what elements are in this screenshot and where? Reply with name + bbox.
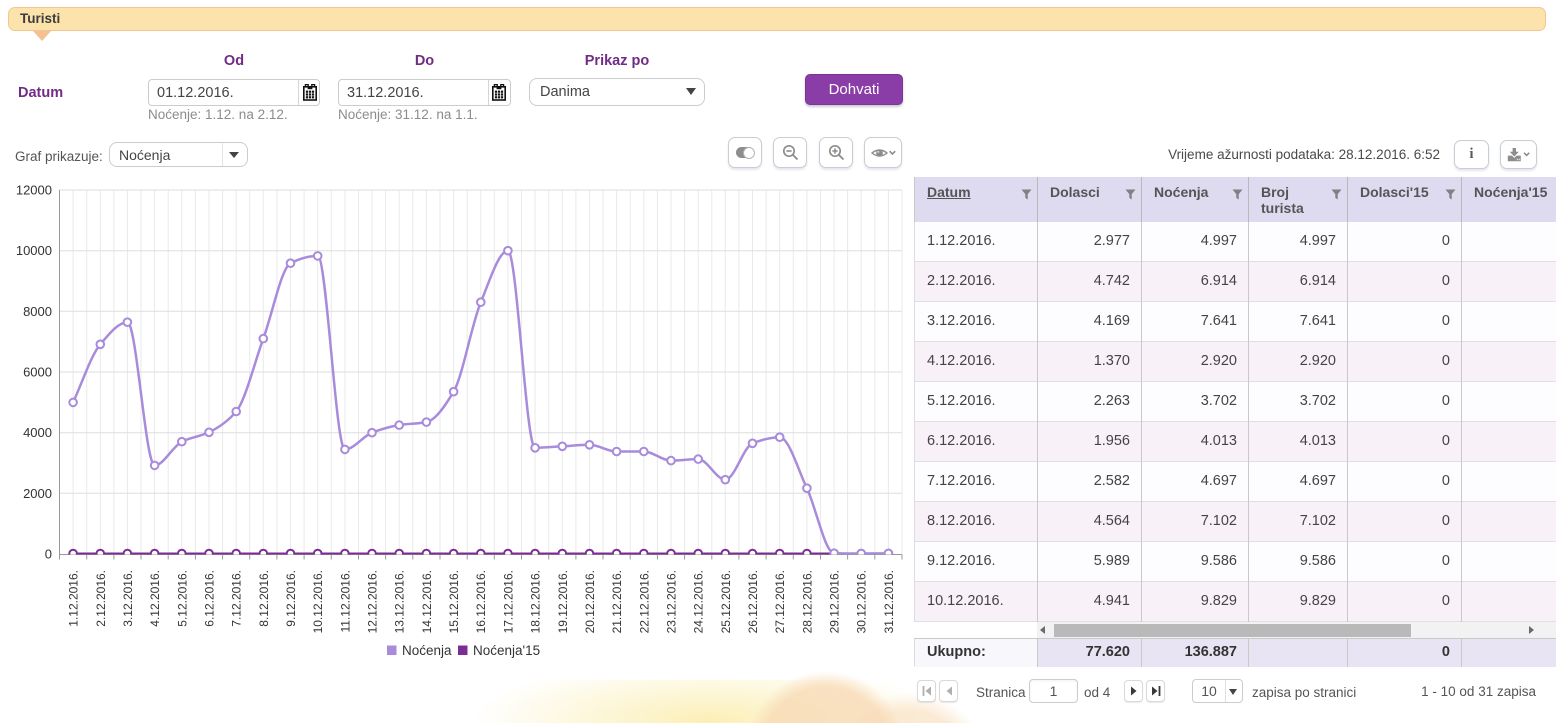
svg-text:20.12.2016.: 20.12.2016. (583, 570, 597, 633)
svg-text:14.12.2016.: 14.12.2016. (420, 570, 434, 633)
svg-text:24.12.2016.: 24.12.2016. (692, 570, 706, 633)
svg-text:9.12.2016.: 9.12.2016. (284, 570, 298, 627)
svg-text:7.12.2016.: 7.12.2016. (230, 570, 244, 627)
svg-text:10000: 10000 (16, 243, 52, 258)
svg-text:3.12.2016.: 3.12.2016. (121, 570, 135, 627)
svg-text:2000: 2000 (23, 486, 52, 501)
svg-text:21.12.2016.: 21.12.2016. (610, 570, 624, 633)
svg-text:29.12.2016.: 29.12.2016. (828, 570, 842, 633)
svg-text:6000: 6000 (23, 365, 52, 380)
svg-text:Noćenja'15: Noćenja'15 (473, 643, 540, 658)
svg-text:30.12.2016.: 30.12.2016. (855, 570, 869, 633)
svg-text:27.12.2016.: 27.12.2016. (773, 570, 787, 633)
svg-text:16.12.2016.: 16.12.2016. (474, 570, 488, 633)
svg-text:0: 0 (45, 547, 52, 562)
svg-text:19.12.2016.: 19.12.2016. (556, 570, 570, 633)
svg-text:5.12.2016.: 5.12.2016. (175, 570, 189, 627)
svg-text:28.12.2016.: 28.12.2016. (800, 570, 814, 633)
svg-text:2.12.2016.: 2.12.2016. (94, 570, 108, 627)
svg-text:6.12.2016.: 6.12.2016. (203, 570, 217, 627)
svg-text:17.12.2016.: 17.12.2016. (501, 570, 515, 633)
svg-text:Noćenja: Noćenja (402, 643, 452, 658)
svg-text:26.12.2016.: 26.12.2016. (746, 570, 760, 633)
svg-text:13.12.2016.: 13.12.2016. (393, 570, 407, 633)
svg-text:8.12.2016.: 8.12.2016. (257, 570, 271, 627)
svg-text:12000: 12000 (16, 183, 52, 198)
svg-text:22.12.2016.: 22.12.2016. (637, 570, 651, 633)
svg-text:15.12.2016.: 15.12.2016. (447, 570, 461, 633)
svg-text:8000: 8000 (23, 304, 52, 319)
svg-text:4000: 4000 (23, 425, 52, 440)
svg-text:4.12.2016.: 4.12.2016. (148, 570, 162, 627)
svg-text:25.12.2016.: 25.12.2016. (719, 570, 733, 633)
svg-text:11.12.2016.: 11.12.2016. (338, 570, 352, 633)
svg-text:18.12.2016.: 18.12.2016. (529, 570, 543, 633)
svg-text:31.12.2016.: 31.12.2016. (882, 570, 896, 633)
svg-text:12.12.2016.: 12.12.2016. (366, 570, 380, 633)
svg-text:10.12.2016.: 10.12.2016. (311, 570, 325, 633)
svg-text:23.12.2016.: 23.12.2016. (665, 570, 679, 633)
svg-text:1.12.2016.: 1.12.2016. (67, 570, 81, 627)
